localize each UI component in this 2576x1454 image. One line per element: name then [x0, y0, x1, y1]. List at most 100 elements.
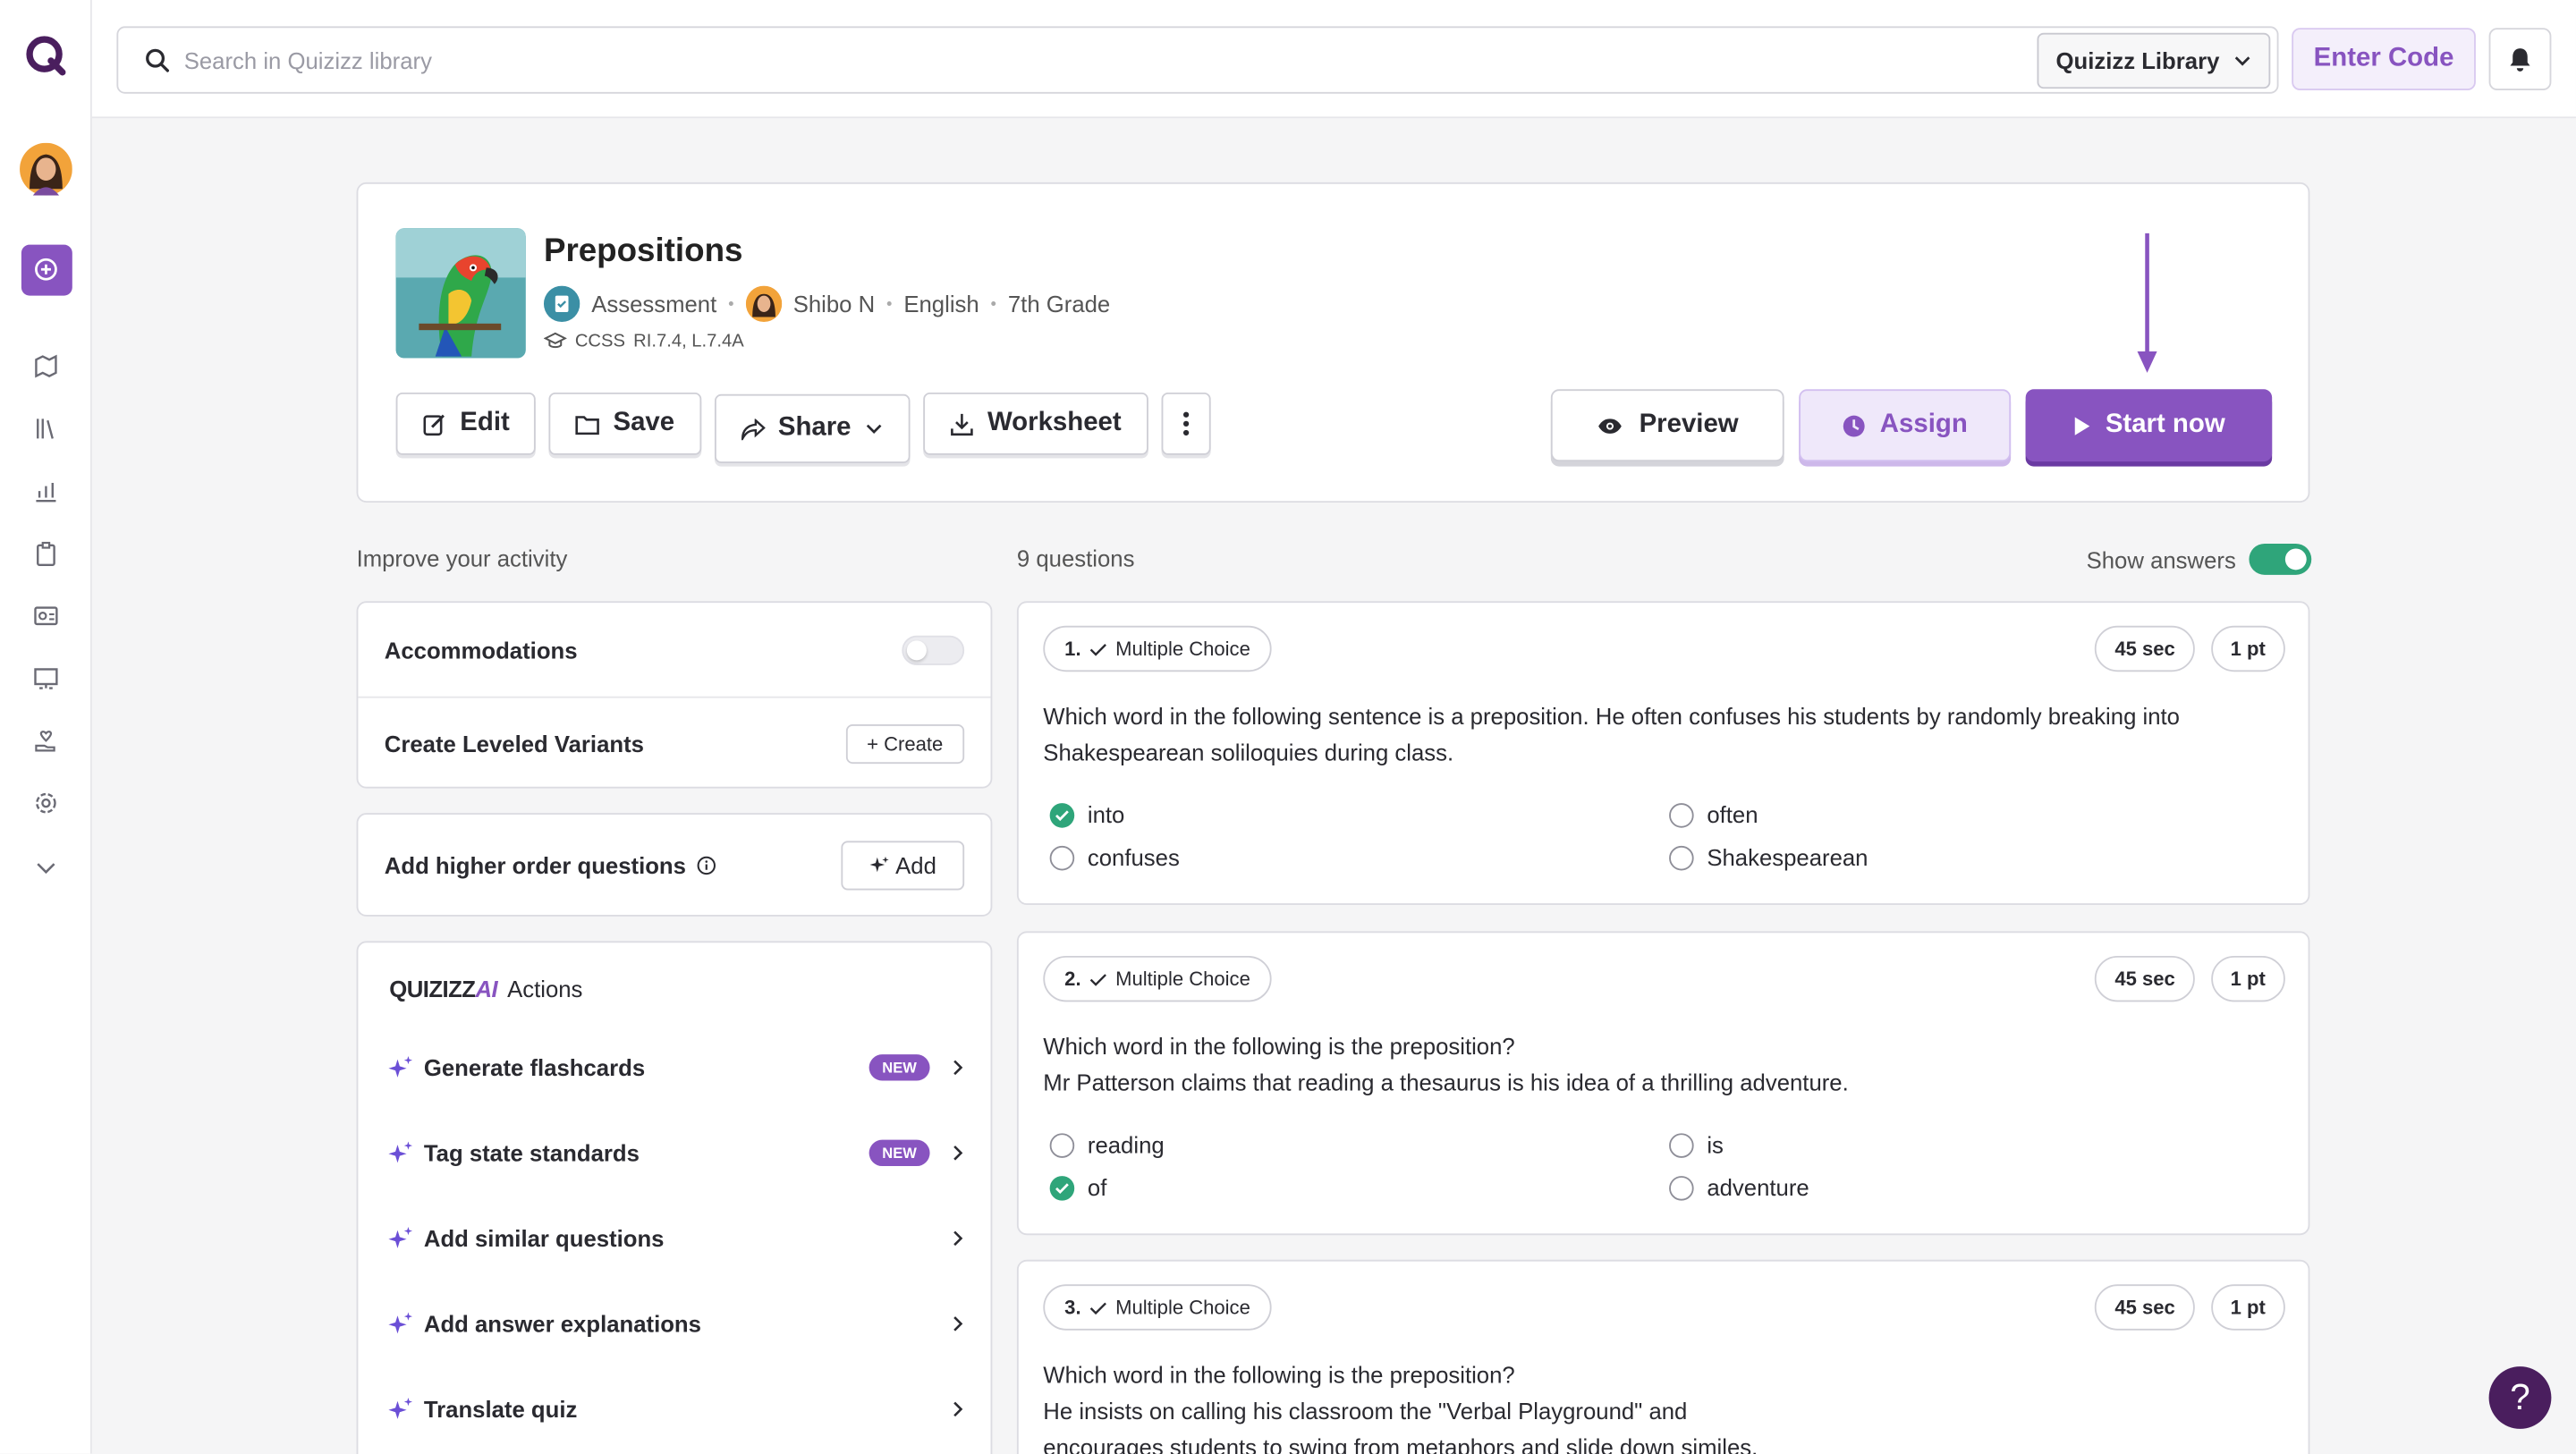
- explore-nav-icon[interactable]: [0, 347, 92, 386]
- chevron-right-icon: [953, 1145, 963, 1161]
- quiz-thumbnail: [395, 228, 526, 359]
- ai-action-tag-state-standards[interactable]: Tag state standards NEW: [387, 1133, 966, 1172]
- question-number: 3.: [1064, 1296, 1081, 1319]
- create-variants-button[interactable]: + Create: [845, 723, 965, 765]
- question-type-pill: 1. Multiple Choice: [1043, 625, 1272, 672]
- graduation-cap-icon: [543, 332, 567, 349]
- user-avatar[interactable]: [0, 141, 92, 197]
- higher-order-title: Add higher order questions: [384, 851, 716, 878]
- quiz-author[interactable]: Shibo N: [793, 291, 875, 317]
- settings-nav-icon[interactable]: [0, 783, 92, 823]
- top-bar: Quizizz Library Enter Code: [91, 0, 2576, 119]
- chevron-right-icon: [953, 1401, 963, 1417]
- option-text: is: [1707, 1131, 1724, 1158]
- accommodations-toggle[interactable]: [902, 634, 965, 664]
- option-text: often: [1707, 801, 1758, 828]
- new-badge: NEW: [869, 1054, 930, 1081]
- search-input[interactable]: [183, 46, 1827, 73]
- chevron-down-icon: [2234, 56, 2250, 66]
- info-icon[interactable]: [696, 855, 716, 875]
- accommodations-panel: Accommodations Create Leveled Variants +…: [356, 601, 993, 789]
- help-button[interactable]: ?: [2488, 1366, 2552, 1429]
- start-now-button[interactable]: Start now: [2025, 389, 2273, 462]
- radio-icon: [1669, 802, 1694, 827]
- answer-option: is: [1669, 1131, 1724, 1158]
- eye-icon: [1597, 418, 1622, 433]
- separator-dot: •: [886, 294, 893, 313]
- notifications-button[interactable]: [2488, 28, 2552, 91]
- show-answers-toggle[interactable]: [2249, 543, 2312, 575]
- more-options-button[interactable]: [1160, 392, 1210, 455]
- ai-action-add-similar-questions[interactable]: Add similar questions: [387, 1219, 966, 1258]
- create-button[interactable]: [0, 243, 92, 295]
- ai-action-translate-quiz[interactable]: Translate quiz: [387, 1390, 966, 1429]
- action-label: Add answer explanations: [423, 1310, 701, 1338]
- heart-hand-nav-icon[interactable]: [0, 721, 92, 760]
- enter-code-button[interactable]: Enter Code: [2292, 28, 2476, 91]
- ai-action-add-answer-explanations[interactable]: Add answer explanations: [387, 1304, 966, 1343]
- question-points[interactable]: 1 pt: [2210, 955, 2285, 1002]
- quiz-standards: CCSS RI.7.4, L.7.4A: [543, 332, 744, 351]
- answer-option: confuses: [1049, 844, 1180, 870]
- option-text: adventure: [1707, 1174, 1809, 1201]
- quiz-type: Assessment: [591, 291, 717, 317]
- answer-option: often: [1669, 801, 1758, 828]
- classes-nav-icon[interactable]: [0, 596, 92, 636]
- library-nav-icon[interactable]: [0, 409, 92, 448]
- school-nav-icon[interactable]: [0, 659, 92, 698]
- question-number: 2.: [1064, 967, 1081, 991]
- save-label: Save: [613, 409, 675, 437]
- ai-action-generate-flashcards[interactable]: Generate flashcards NEW: [387, 1048, 966, 1087]
- question-card[interactable]: 2. Multiple Choice 45 sec 1 pt Which wor…: [1016, 931, 2310, 1236]
- question-number: 1.: [1064, 637, 1081, 661]
- share-button[interactable]: Share: [714, 393, 911, 463]
- question-time[interactable]: 45 sec: [2095, 955, 2195, 1002]
- question-points[interactable]: 1 pt: [2210, 625, 2285, 672]
- clipboard-nav-icon[interactable]: [0, 534, 92, 573]
- quizizz-logo[interactable]: [0, 30, 92, 82]
- ai-brand-suffix: AI: [475, 975, 498, 1002]
- sparkle-icon: [388, 1398, 413, 1419]
- assign-button[interactable]: Assign: [1799, 389, 2012, 462]
- share-label: Share: [777, 413, 852, 443]
- preview-button[interactable]: Preview: [1550, 389, 1784, 462]
- clock-icon: [1843, 414, 1866, 436]
- question-text-line: He insists on calling his classroom the …: [1043, 1398, 1688, 1424]
- sidebar: [0, 0, 92, 1454]
- question-points[interactable]: 1 pt: [2210, 1284, 2285, 1331]
- accommodations-label: Accommodations: [384, 636, 578, 664]
- question-card[interactable]: 1. Multiple Choice 45 sec 1 pt Which wor…: [1016, 601, 2310, 906]
- avatar-icon: [20, 142, 72, 196]
- worksheet-label: Worksheet: [987, 409, 1122, 437]
- question-type: Multiple Choice: [1115, 637, 1250, 661]
- correct-check-icon: [1049, 1175, 1075, 1200]
- worksheet-button[interactable]: Worksheet: [923, 392, 1148, 455]
- attention-arrow-icon: [2137, 232, 2157, 373]
- add-higher-order-button[interactable]: Add: [841, 840, 965, 890]
- higher-order-label: Add higher order questions: [384, 851, 686, 878]
- question-type: Multiple Choice: [1115, 967, 1250, 991]
- folder-icon: [575, 415, 600, 435]
- logo-icon: [26, 36, 66, 76]
- show-answers-label: Show answers: [2086, 545, 2236, 573]
- library-scope-select[interactable]: Quizizz Library: [2038, 32, 2271, 89]
- action-label: Generate flashcards: [423, 1054, 646, 1081]
- expand-nav-chevron-icon[interactable]: [0, 848, 92, 887]
- new-badge: NEW: [869, 1139, 930, 1167]
- sparkle-icon: [388, 1312, 413, 1334]
- improve-activity-heading: Improve your activity: [356, 545, 568, 572]
- search-bar[interactable]: Quizizz Library: [116, 26, 2279, 94]
- edit-button[interactable]: Edit: [395, 392, 537, 455]
- ai-actions-label: Actions: [507, 975, 583, 1002]
- question-time[interactable]: 45 sec: [2095, 1284, 2195, 1331]
- question-card[interactable]: 3. Multiple Choice 45 sec 1 pt Which wor…: [1016, 1259, 2310, 1454]
- save-button[interactable]: Save: [548, 392, 701, 455]
- answer-option: adventure: [1669, 1174, 1809, 1201]
- check-icon: [1089, 643, 1106, 655]
- reports-nav-icon[interactable]: [0, 471, 92, 511]
- check-icon: [1089, 973, 1106, 985]
- question-count: 9 questions: [1016, 545, 1135, 572]
- library-scope-label: Quizizz Library: [2055, 47, 2220, 74]
- radio-icon: [1049, 844, 1075, 870]
- question-time[interactable]: 45 sec: [2095, 625, 2195, 672]
